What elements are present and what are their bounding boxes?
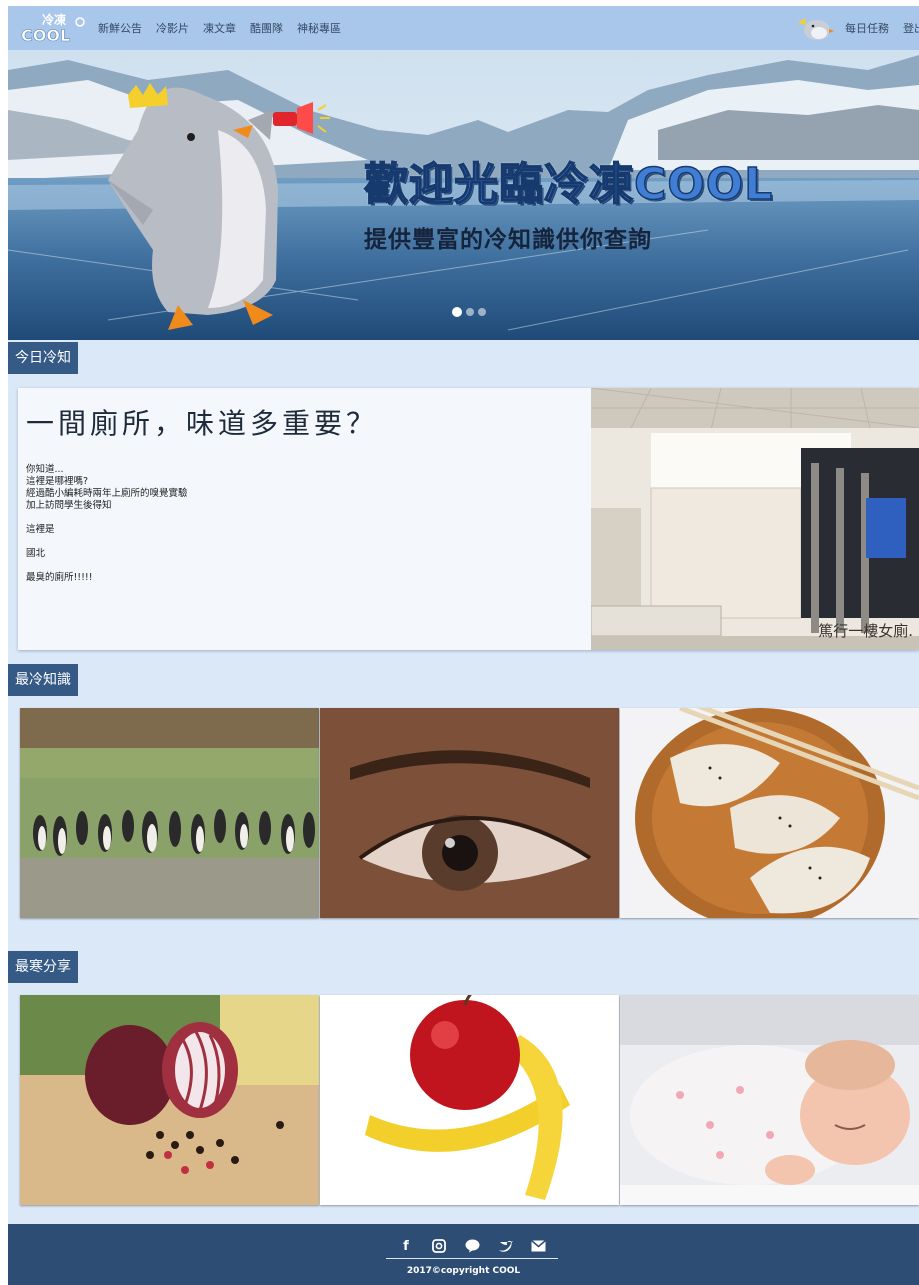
copyright-text: 2017©copyright COOL xyxy=(406,1266,521,1276)
today-line: 你知道... xyxy=(26,464,64,475)
sharing-grid xyxy=(20,995,919,1207)
nav-links: 新鮮公告 冷影片 凍文章 酷團隊 神秘專區 xyxy=(98,6,341,50)
nav-link-secret[interactable]: 神秘專區 xyxy=(297,20,341,36)
today-line xyxy=(26,512,586,524)
tile-eye[interactable] xyxy=(320,708,619,918)
today-line: 經過酷小編耗時兩年上廁所的嗅覺實驗 xyxy=(26,488,188,499)
social-icons: f xyxy=(386,1238,558,1256)
page: 冷凍 COOL 新鮮公告 冷影片 凍文章 酷團隊 神秘專區 每日任務 登出 xyxy=(8,6,919,1285)
hero-carousel[interactable]: 歡迎光臨冷凍COOL 提供豐富的冷知識供你查詢 xyxy=(8,50,919,340)
tile-dumplings[interactable] xyxy=(620,708,919,918)
tile-penguins[interactable] xyxy=(20,708,319,918)
section-label-sharing: 最寒分享 xyxy=(8,951,78,983)
today-article-title: 一間廁所，味道多重要？ xyxy=(26,407,379,440)
nav-link-videos[interactable]: 冷影片 xyxy=(156,20,189,36)
today-line: 加上訪問學生後得知 xyxy=(26,500,112,511)
today-line: 這裡是哪裡嗎? xyxy=(26,476,89,487)
today-article-text: 一間廁所，味道多重要？ 你知道... 這裡是哪裡嗎? 經過酷小編耗時兩年上廁所的… xyxy=(26,402,586,584)
nav-link-team[interactable]: 酷團隊 xyxy=(250,20,283,36)
svg-text:冷凍: 冷凍 xyxy=(42,12,67,27)
tile-sleeping-baby[interactable] xyxy=(620,995,919,1205)
site-footer: f 2017©copyright COOL xyxy=(8,1224,919,1285)
site-logo[interactable]: 冷凍 COOL xyxy=(18,10,88,46)
nav-right: 每日任務 登出 xyxy=(795,6,919,50)
carousel-dot-2[interactable] xyxy=(466,308,474,316)
carousel-dots xyxy=(452,307,486,317)
restroom-photo-caption: 篤行一樓女廁. xyxy=(818,622,913,640)
section-label-today: 今日冷知 xyxy=(8,342,78,374)
tile-apple-banana[interactable] xyxy=(320,995,619,1205)
logout-link[interactable]: 登出 xyxy=(903,20,919,36)
penguin-mascot-icon xyxy=(798,18,834,40)
today-line: 最臭的廁所!!!!! xyxy=(26,572,93,583)
section-label-coldest: 最冷知識 xyxy=(8,664,78,696)
hero-subtitle: 提供豐富的冷知識供你查詢 xyxy=(364,227,652,253)
nav-link-news[interactable]: 新鮮公告 xyxy=(98,20,142,36)
nav-link-articles[interactable]: 凍文章 xyxy=(203,20,236,36)
today-line: 這裡是 xyxy=(26,524,55,535)
mail-icon[interactable] xyxy=(530,1238,546,1254)
carousel-dot-1[interactable] xyxy=(452,307,462,317)
coldest-grid xyxy=(20,708,919,920)
daily-task-link[interactable]: 每日任務 xyxy=(845,20,889,36)
hero-title: 歡迎光臨冷凍COOL xyxy=(363,158,774,211)
carousel-dot-3[interactable] xyxy=(478,308,486,316)
today-line xyxy=(26,536,586,548)
line-icon[interactable] xyxy=(464,1238,480,1254)
footer-divider xyxy=(386,1258,558,1259)
restroom-photo: 篤行一樓女廁. xyxy=(591,388,919,650)
svg-text:COOL: COOL xyxy=(21,26,70,45)
twitter-icon[interactable] xyxy=(497,1238,513,1254)
today-line xyxy=(26,560,586,572)
tile-onion-pepper[interactable] xyxy=(20,995,319,1205)
top-nav: 冷凍 COOL 新鮮公告 冷影片 凍文章 酷團隊 神秘專區 每日任務 登出 xyxy=(8,6,919,50)
facebook-icon[interactable]: f xyxy=(398,1238,414,1254)
today-article-card[interactable]: 一間廁所，味道多重要？ 你知道... 這裡是哪裡嗎? 經過酷小編耗時兩年上廁所的… xyxy=(18,388,919,650)
today-line: 國北 xyxy=(26,548,46,559)
instagram-icon[interactable] xyxy=(431,1238,447,1254)
